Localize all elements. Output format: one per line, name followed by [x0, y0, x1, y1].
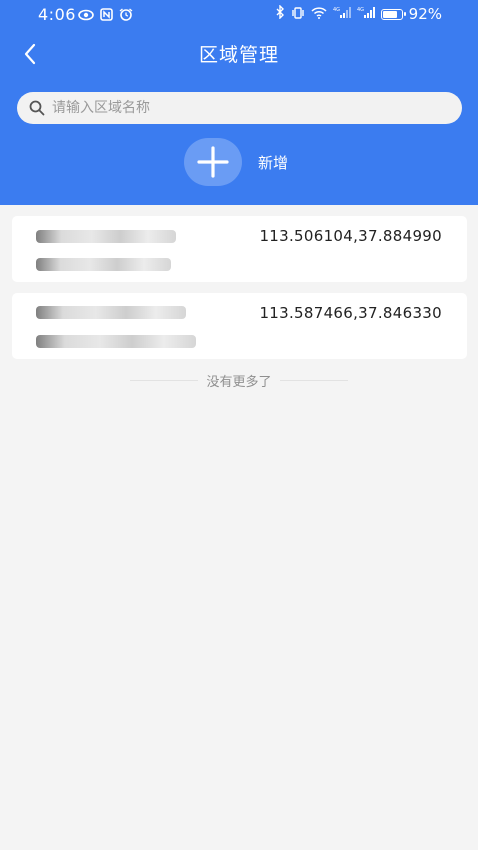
status-time: 4:06 [38, 5, 76, 24]
bluetooth-icon [275, 4, 285, 23]
battery-level [382, 10, 398, 18]
region-coordinates: 113.506104,37.884990 [259, 227, 442, 245]
search-input[interactable] [52, 94, 432, 122]
signal-icon-1: 4G [333, 5, 351, 23]
svg-text:4G: 4G [333, 7, 340, 13]
region-address-redacted [36, 335, 196, 348]
add-region: 新增 [184, 138, 288, 186]
add-button[interactable] [184, 138, 242, 186]
page-title: 区域管理 [198, 44, 279, 66]
status-right-icons: 4G 4G 92% [275, 4, 442, 23]
no-more-indicator: 没有更多了 [0, 371, 478, 390]
region-coordinates: 113.587466,37.846330 [259, 304, 442, 322]
wifi-icon [311, 5, 327, 23]
header-bar: 4:06 4G 4G 92% 区域管理 请输入区域名称 新增 [0, 0, 478, 205]
vibrate-icon [291, 5, 305, 23]
region-name-redacted [36, 306, 186, 319]
svg-text:4G: 4G [357, 7, 364, 13]
add-label[interactable]: 新增 [258, 152, 288, 173]
region-address-redacted [36, 258, 171, 271]
status-left-icons [78, 7, 133, 25]
divider-right [279, 380, 348, 381]
battery-percent: 92% [408, 5, 442, 23]
eye-icon [78, 7, 94, 25]
region-card[interactable]: 113.587466,37.846330 [12, 293, 467, 359]
no-more-text: 没有更多了 [206, 375, 272, 390]
alarm-icon [119, 7, 133, 25]
divider-left [130, 380, 199, 381]
status-bar: 4:06 4G 4G 92% [0, 0, 478, 30]
plus-icon [197, 146, 229, 178]
search-icon [28, 99, 46, 117]
signal-icon-2: 4G [357, 5, 375, 23]
search-bar[interactable] [17, 92, 462, 124]
region-name-redacted [36, 230, 176, 243]
battery-icon [380, 8, 406, 20]
nfc-icon [100, 7, 113, 25]
region-card[interactable]: 113.506104,37.884990 [12, 216, 467, 282]
